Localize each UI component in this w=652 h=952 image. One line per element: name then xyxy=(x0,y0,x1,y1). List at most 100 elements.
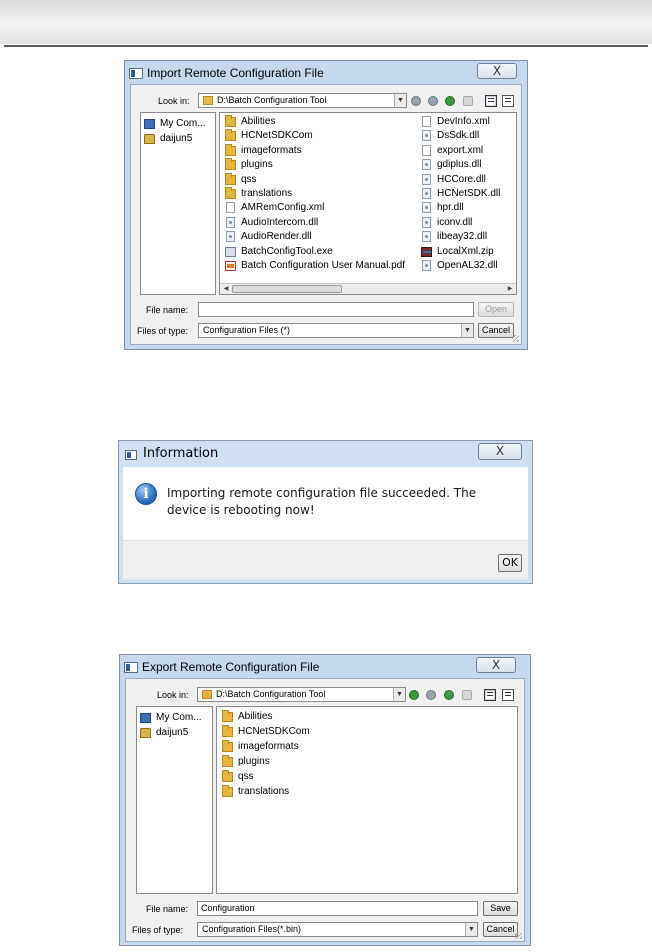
pdf-icon xyxy=(225,261,236,271)
sidebar-places: My Com... daijun5 xyxy=(140,112,216,295)
list-view-icon[interactable] xyxy=(485,95,497,107)
info-icon: i xyxy=(135,483,157,505)
info-footer: OK xyxy=(123,540,528,579)
detail-view-icon[interactable] xyxy=(502,95,514,107)
export-client-area: Look in: D:\Batch Configuration Tool ▼ M… xyxy=(125,678,525,942)
close-icon[interactable]: X xyxy=(476,657,516,673)
file-name-label: File name: xyxy=(146,904,189,914)
new-folder-icon xyxy=(463,96,473,106)
file-list[interactable]: Abilities HCNetSDKCom imageformats plugins q… xyxy=(216,706,518,894)
import-dialog-title: Import Remote Configuration File xyxy=(147,66,324,80)
window-app-icon xyxy=(124,662,138,673)
folder-icon xyxy=(225,172,236,185)
cancel-button[interactable]: Cancel xyxy=(478,323,514,338)
info-message: Importing remote configuration file succ… xyxy=(167,486,477,517)
dll-icon xyxy=(422,231,431,243)
file-name-input[interactable]: Configuration xyxy=(197,901,478,916)
folder-icon xyxy=(222,710,233,722)
window-app-icon xyxy=(125,450,137,460)
close-icon[interactable]: X xyxy=(477,63,517,79)
header-rule xyxy=(4,45,648,47)
files-of-type-combo[interactable]: Configuration Files (*) ▼ xyxy=(198,323,474,338)
back-icon[interactable] xyxy=(409,690,419,700)
ok-button[interactable]: OK xyxy=(498,554,522,572)
page-header-band xyxy=(0,0,652,44)
folder-icon xyxy=(225,143,236,156)
chevron-down-icon[interactable]: ▼ xyxy=(394,94,406,107)
file-name-input[interactable] xyxy=(198,302,474,317)
info-title-bar[interactable]: Information X xyxy=(119,441,532,467)
computer-icon xyxy=(140,713,151,723)
look-in-label: Look in: xyxy=(157,690,189,700)
export-dialog-title: Export Remote Configuration File xyxy=(142,660,320,674)
folder-icon xyxy=(222,755,233,767)
dll-icon xyxy=(422,202,431,214)
close-icon[interactable]: X xyxy=(478,443,522,460)
look-in-combo[interactable]: D:\Batch Configuration Tool ▼ xyxy=(197,687,406,702)
folder-icon xyxy=(222,725,233,737)
forward-icon[interactable] xyxy=(428,96,438,106)
dll-icon xyxy=(422,216,431,228)
open-button[interactable]: Open xyxy=(478,302,514,317)
up-folder-icon[interactable] xyxy=(445,96,455,106)
import-dialog: Import Remote Configuration File X Look … xyxy=(124,60,528,350)
scroll-right-icon[interactable]: ▶ xyxy=(505,284,515,294)
file-icon xyxy=(226,202,235,214)
computer-icon xyxy=(144,119,155,129)
dll-icon xyxy=(422,173,431,185)
files-of-type-combo[interactable]: Configuration Files(*.bin) ▼ xyxy=(197,922,478,937)
resize-grip-icon[interactable] xyxy=(515,932,522,939)
dll-icon xyxy=(422,260,431,271)
user-folder-icon xyxy=(144,134,155,144)
look-in-combo[interactable]: D:\Batch Configuration Tool ▼ xyxy=(198,93,407,108)
dll-icon xyxy=(422,130,431,142)
files-of-type-label: Files of type: xyxy=(137,326,189,336)
cancel-button[interactable]: Cancel xyxy=(483,922,518,937)
folder-icon xyxy=(222,770,233,782)
sidebar-places: My Com... daijun5 xyxy=(136,706,213,894)
window-app-icon xyxy=(129,68,143,79)
file-name-label: File name: xyxy=(146,305,189,315)
dll-icon xyxy=(422,188,431,199)
chevron-down-icon[interactable]: ▼ xyxy=(461,324,473,337)
folder-icon xyxy=(203,96,213,105)
up-folder-icon[interactable] xyxy=(444,690,454,700)
look-in-label: Look in: xyxy=(158,96,190,106)
chevron-down-icon[interactable]: ▼ xyxy=(393,688,405,701)
dll-icon xyxy=(226,216,235,228)
forward-icon[interactable] xyxy=(426,690,436,700)
back-icon[interactable] xyxy=(411,96,421,106)
resize-grip-icon[interactable] xyxy=(512,335,519,342)
files-of-type-label: Files of type: xyxy=(132,925,184,935)
import-client-area: Look in: D:\Batch Configuration Tool ▼ M… xyxy=(130,84,522,345)
folder-icon xyxy=(225,187,236,199)
user-folder-icon xyxy=(140,728,151,738)
new-folder-icon xyxy=(462,690,472,700)
info-dialog-title: Information xyxy=(143,446,219,461)
zip-icon xyxy=(421,246,432,257)
folder-icon xyxy=(222,740,233,752)
folder-icon xyxy=(222,785,233,797)
file-list[interactable]: Abilities HCNetSDKCom imageformats plugins q… xyxy=(219,112,517,295)
folder-icon xyxy=(202,690,212,699)
horizontal-scrollbar[interactable]: ◀ ▶ xyxy=(220,283,516,294)
look-in-value: D:\Batch Configuration Tool xyxy=(217,95,327,105)
scroll-left-icon[interactable]: ◀ xyxy=(221,284,231,294)
export-dialog: Export Remote Configuration File X Look … xyxy=(119,654,531,946)
look-in-value: D:\Batch Configuration Tool xyxy=(216,689,326,699)
exe-icon xyxy=(225,246,236,257)
info-body: i Importing remote configuration file su… xyxy=(123,467,528,579)
list-view-icon[interactable] xyxy=(484,689,496,701)
save-button[interactable]: Save xyxy=(483,901,518,916)
folder-icon xyxy=(225,129,236,142)
folder-icon xyxy=(225,158,236,171)
dll-icon xyxy=(226,231,235,243)
file-icon xyxy=(422,116,431,127)
scroll-thumb[interactable] xyxy=(232,285,342,293)
folder-icon xyxy=(225,115,236,127)
file-icon xyxy=(422,144,431,156)
chevron-down-icon[interactable]: ▼ xyxy=(465,923,477,936)
information-dialog: Information X i Importing remote configu… xyxy=(118,440,533,584)
detail-view-icon[interactable] xyxy=(502,689,514,701)
dll-icon xyxy=(422,159,431,171)
